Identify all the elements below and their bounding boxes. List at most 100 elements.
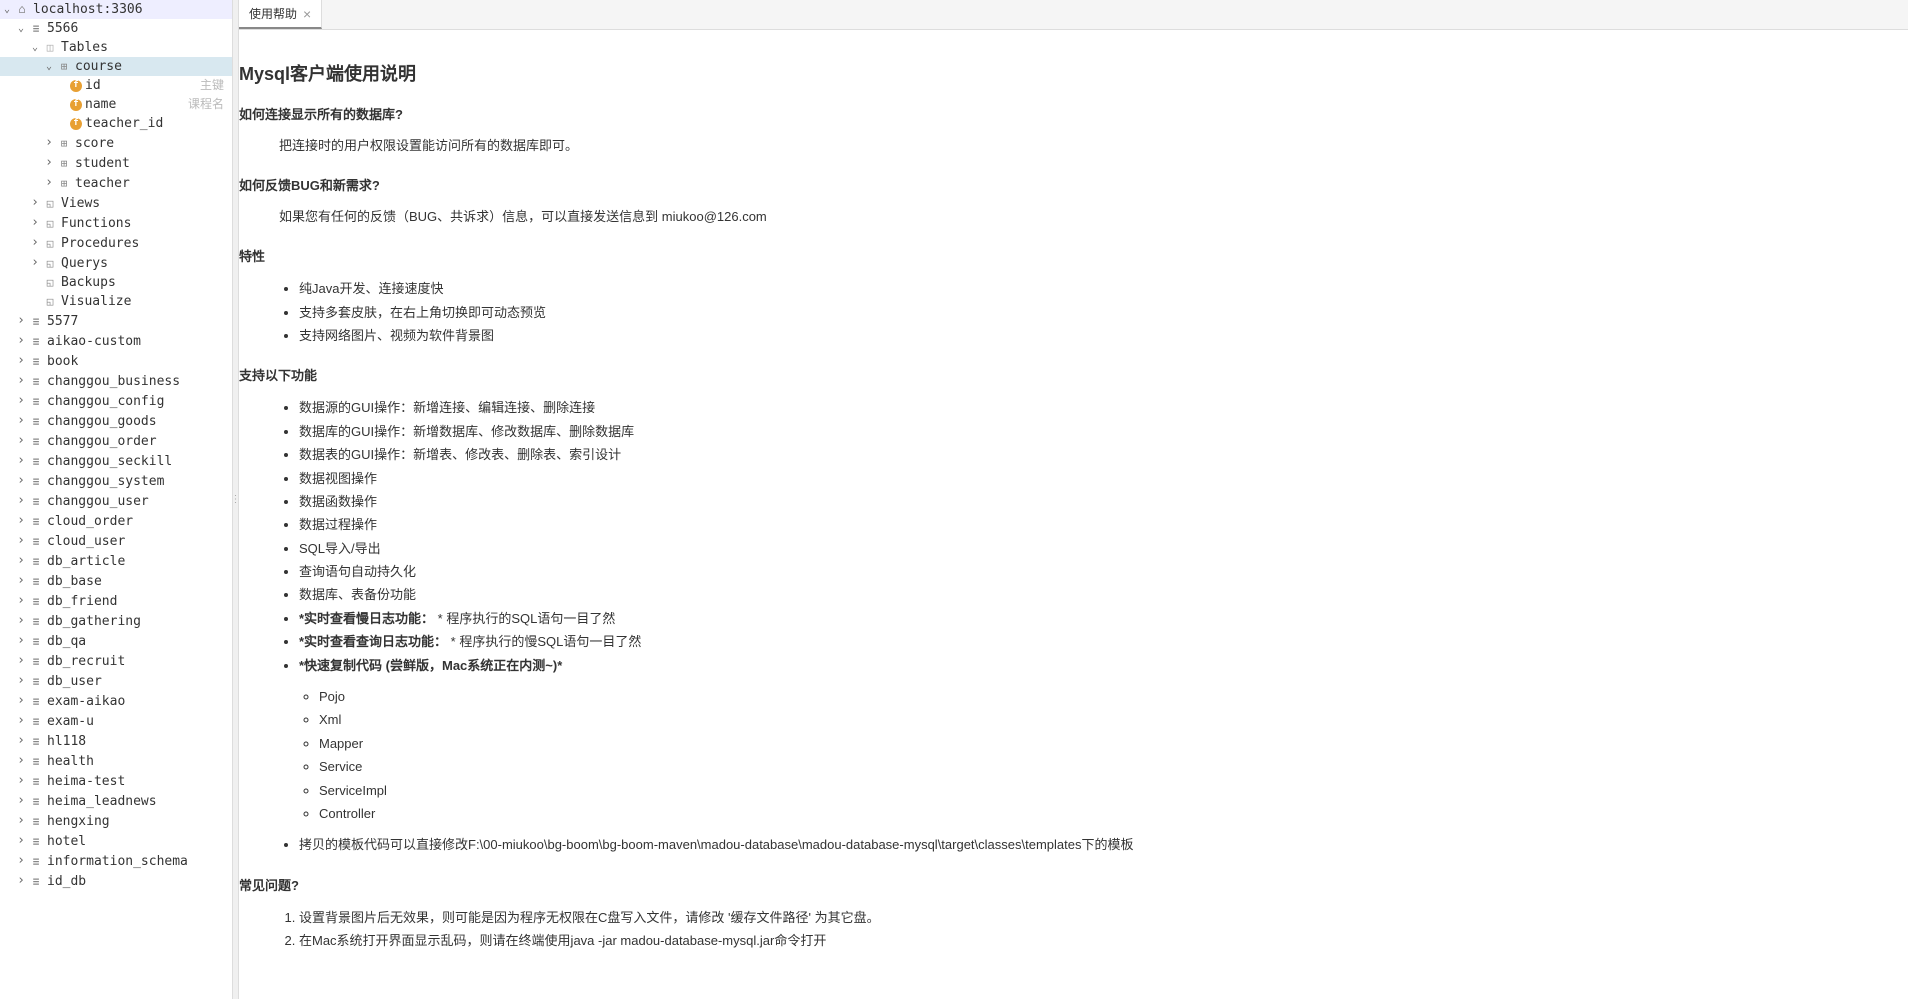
- chevron-right-icon[interactable]: [14, 532, 28, 550]
- chevron-down-icon[interactable]: [14, 20, 28, 37]
- database-icon: [28, 654, 44, 668]
- chevron-right-icon[interactable]: [14, 552, 28, 570]
- tree-db-item[interactable]: hengxing: [0, 811, 232, 831]
- tree-querys[interactable]: Querys: [0, 253, 232, 273]
- chevron-right-icon[interactable]: [28, 194, 42, 212]
- chevron-right-icon[interactable]: [14, 412, 28, 430]
- field-icon: [70, 80, 82, 92]
- tree-db-5566[interactable]: 5566: [0, 19, 232, 38]
- tree-table-student[interactable]: student: [0, 153, 232, 173]
- chevron-right-icon[interactable]: [14, 872, 28, 890]
- db-label: exam-aikao: [47, 693, 125, 710]
- section-q1: 如何连接显示所有的数据库?: [239, 104, 1878, 123]
- chevron-right-icon[interactable]: [14, 692, 28, 710]
- database-icon: [28, 854, 44, 868]
- tree-db-item[interactable]: cloud_order: [0, 511, 232, 531]
- chevron-right-icon[interactable]: [14, 392, 28, 410]
- tree-functions[interactable]: Functions: [0, 213, 232, 233]
- tree-db-item[interactable]: changgou_user: [0, 491, 232, 511]
- chevron-right-icon[interactable]: [28, 254, 42, 272]
- chevron-right-icon[interactable]: [14, 372, 28, 390]
- tree-db-item[interactable]: db_recruit: [0, 651, 232, 671]
- tree-db-item[interactable]: hotel: [0, 831, 232, 851]
- chevron-right-icon[interactable]: [14, 712, 28, 730]
- tree-db-item[interactable]: changgou_goods: [0, 411, 232, 431]
- chevron-right-icon[interactable]: [14, 832, 28, 850]
- db-label: changgou_user: [47, 493, 149, 510]
- chevron-right-icon[interactable]: [14, 792, 28, 810]
- tree-db-item[interactable]: changgou_business: [0, 371, 232, 391]
- chevron-right-icon[interactable]: [14, 812, 28, 830]
- chevron-right-icon[interactable]: [14, 592, 28, 610]
- tree-db-item[interactable]: exam-u: [0, 711, 232, 731]
- tree-db-item[interactable]: cloud_user: [0, 531, 232, 551]
- chevron-right-icon[interactable]: [14, 652, 28, 670]
- visualize-label: Visualize: [61, 293, 131, 310]
- close-icon[interactable]: ×: [303, 7, 311, 21]
- tree-db-item[interactable]: exam-aikao: [0, 691, 232, 711]
- tree-db-item[interactable]: db_gathering: [0, 611, 232, 631]
- tree-tables[interactable]: Tables: [0, 38, 232, 57]
- chevron-right-icon[interactable]: [14, 492, 28, 510]
- tables-label: Tables: [61, 39, 108, 56]
- tree-column-name[interactable]: name 课程名: [0, 95, 232, 114]
- tree-column-teacher-id[interactable]: teacher_id: [0, 114, 232, 133]
- tree-db-item[interactable]: db_qa: [0, 631, 232, 651]
- chevron-right-icon[interactable]: [14, 452, 28, 470]
- tree-db-item[interactable]: book: [0, 351, 232, 371]
- chevron-right-icon[interactable]: [42, 174, 56, 192]
- chevron-right-icon[interactable]: [14, 672, 28, 690]
- tree-table-teacher[interactable]: teacher: [0, 173, 232, 193]
- tree-db-item[interactable]: heima-test: [0, 771, 232, 791]
- chevron-right-icon[interactable]: [14, 612, 28, 630]
- chevron-right-icon[interactable]: [14, 432, 28, 450]
- db-label: db_recruit: [47, 653, 125, 670]
- tree-db-item[interactable]: id_db: [0, 871, 232, 891]
- chevron-right-icon[interactable]: [28, 234, 42, 252]
- tree-db-item[interactable]: changgou_config: [0, 391, 232, 411]
- tree-db-item[interactable]: db_friend: [0, 591, 232, 611]
- chevron-right-icon[interactable]: [14, 752, 28, 770]
- tree-views[interactable]: Views: [0, 193, 232, 213]
- tree-db-item[interactable]: health: [0, 751, 232, 771]
- tree-db-item[interactable]: 5577: [0, 311, 232, 331]
- chevron-down-icon[interactable]: [0, 1, 14, 18]
- chevron-right-icon[interactable]: [14, 512, 28, 530]
- column-label: teacher_id: [85, 115, 163, 132]
- code-type-item: Service: [319, 755, 1878, 778]
- tree-procedures[interactable]: Procedures: [0, 233, 232, 253]
- chevron-right-icon[interactable]: [14, 632, 28, 650]
- tree-table-course[interactable]: course: [0, 57, 232, 76]
- tree-db-item[interactable]: heima_leadnews: [0, 791, 232, 811]
- tree-db-item[interactable]: aikao-custom: [0, 331, 232, 351]
- tree-db-item[interactable]: hl118: [0, 731, 232, 751]
- chevron-right-icon[interactable]: [14, 732, 28, 750]
- chevron-right-icon[interactable]: [14, 772, 28, 790]
- tree-column-id[interactable]: id 主键: [0, 76, 232, 95]
- tree-visualize[interactable]: Visualize: [0, 292, 232, 311]
- tree-db-item[interactable]: information_schema: [0, 851, 232, 871]
- db-label: db_friend: [47, 593, 117, 610]
- chevron-right-icon[interactable]: [14, 352, 28, 370]
- tree-db-item[interactable]: db_article: [0, 551, 232, 571]
- chevron-right-icon[interactable]: [14, 332, 28, 350]
- tab-help[interactable]: 使用帮助 ×: [239, 0, 322, 29]
- chevron-down-icon[interactable]: [28, 39, 42, 56]
- tree-db-item[interactable]: db_user: [0, 671, 232, 691]
- chevron-right-icon[interactable]: [42, 154, 56, 172]
- tree-table-score[interactable]: score: [0, 133, 232, 153]
- chevron-right-icon[interactable]: [14, 312, 28, 330]
- tree-db-item[interactable]: changgou_system: [0, 471, 232, 491]
- chevron-right-icon[interactable]: [42, 134, 56, 152]
- chevron-right-icon[interactable]: [14, 472, 28, 490]
- tree-host[interactable]: localhost:3306: [0, 0, 232, 19]
- column-note: 主键: [200, 77, 232, 94]
- tree-db-item[interactable]: changgou_seckill: [0, 451, 232, 471]
- tree-db-item[interactable]: db_base: [0, 571, 232, 591]
- tree-db-item[interactable]: changgou_order: [0, 431, 232, 451]
- chevron-right-icon[interactable]: [28, 214, 42, 232]
- chevron-down-icon[interactable]: [42, 58, 56, 75]
- chevron-right-icon[interactable]: [14, 572, 28, 590]
- chevron-right-icon[interactable]: [14, 852, 28, 870]
- tree-backups[interactable]: Backups: [0, 273, 232, 292]
